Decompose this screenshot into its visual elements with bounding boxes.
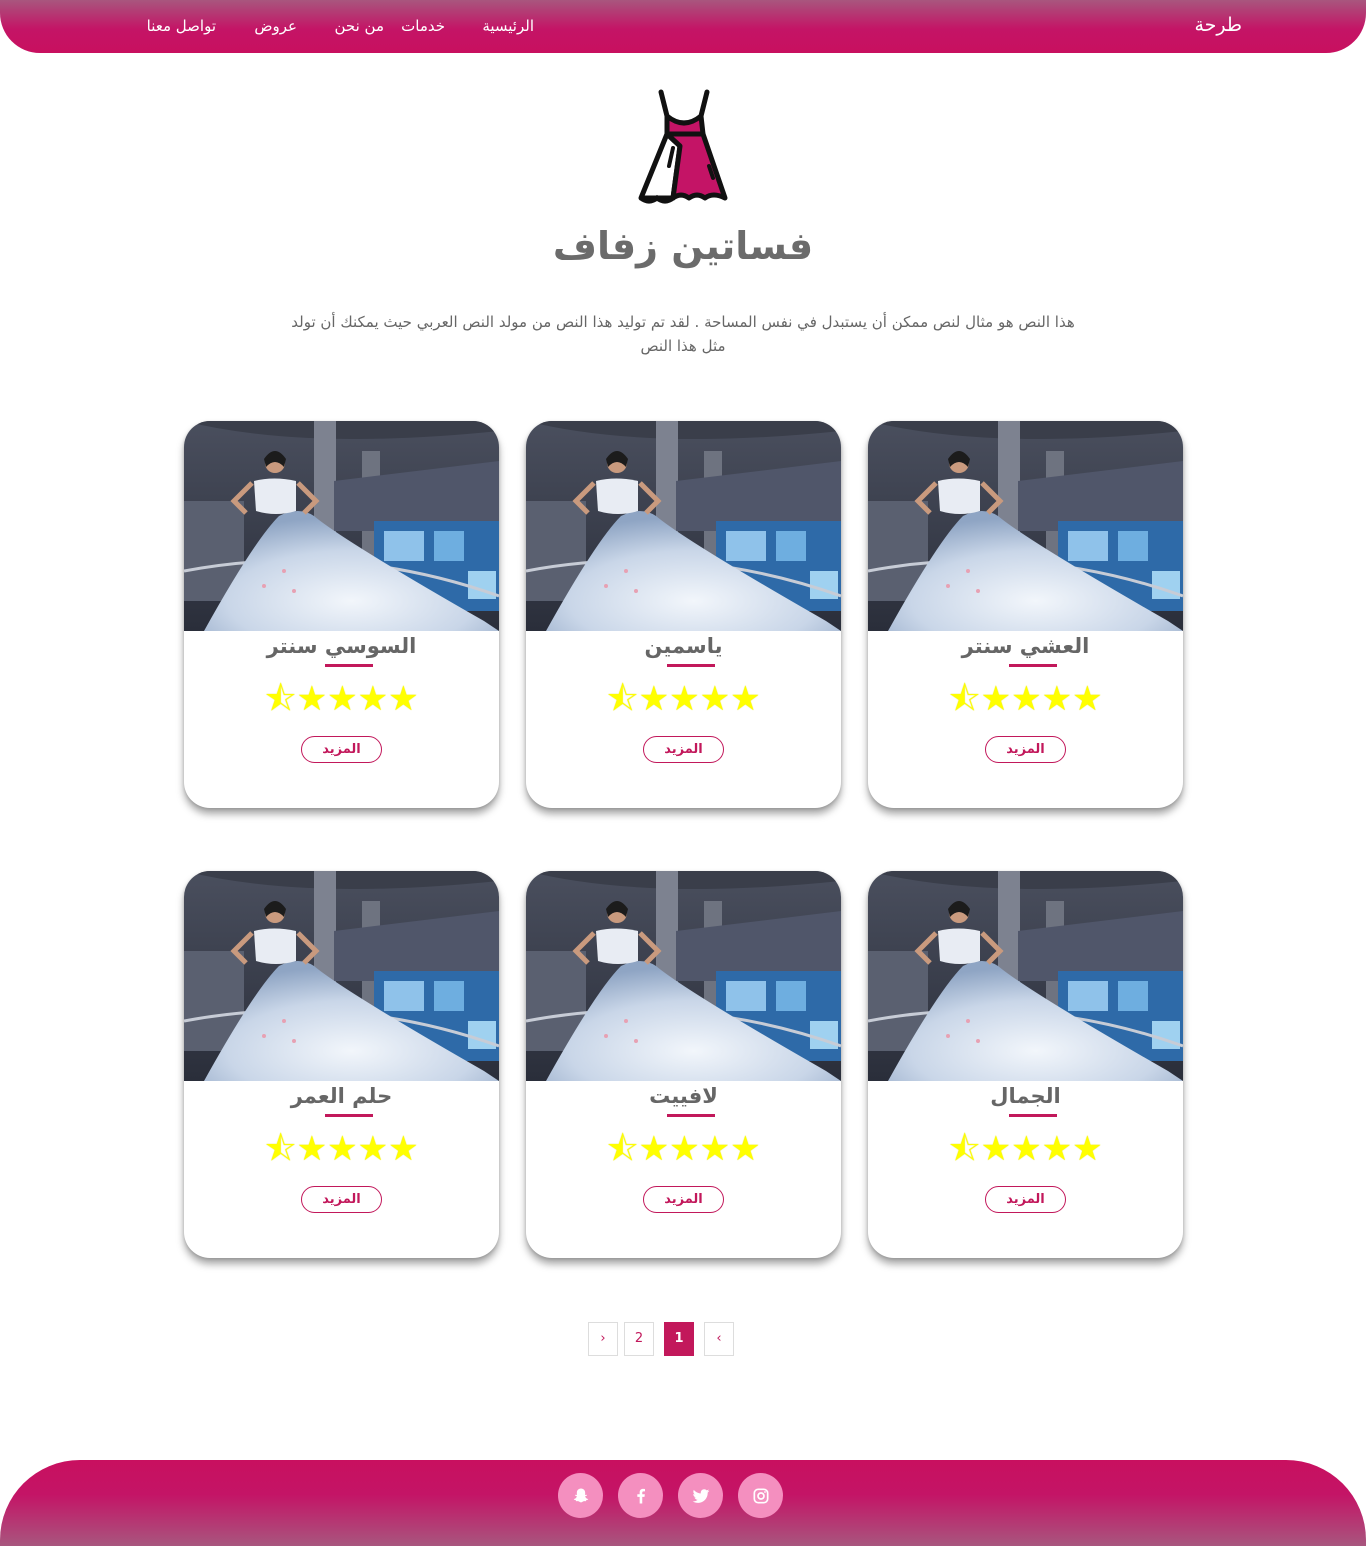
more-button[interactable]: المزيد <box>985 736 1066 763</box>
title-underline <box>1009 664 1057 667</box>
facebook-icon[interactable] <box>618 1473 663 1518</box>
card-title: الجمال <box>990 1084 1061 1108</box>
product-card: السوسي سنتر ⯪★★★★ المزيد <box>184 421 499 808</box>
star-full-icon: ★ <box>1072 1129 1103 1169</box>
star-full-icon: ★ <box>296 1129 328 1169</box>
dress-icon <box>633 86 733 208</box>
star-full-icon: ★ <box>669 679 700 719</box>
more-button[interactable]: المزيد <box>985 1186 1066 1213</box>
rating-stars: ⯪★★★★ <box>184 1129 499 1169</box>
star-full-icon: ★ <box>1041 1129 1073 1169</box>
card-title: السوسي سنتر <box>266 634 417 658</box>
pagination-next-button[interactable]: › <box>704 1322 734 1356</box>
product-card: لافييت ⯪★★★★ المزيد <box>526 871 841 1258</box>
nav-link-about[interactable]: من نحن <box>335 17 385 35</box>
title-underline <box>325 1114 373 1117</box>
card-title: ياسمين <box>644 634 723 658</box>
dress-photo <box>868 871 1183 1081</box>
footer <box>0 1460 1366 1546</box>
title-underline <box>667 664 715 667</box>
star-full-icon: ★ <box>388 679 419 719</box>
nav-link-home[interactable]: الرئيسية <box>482 17 534 35</box>
card-title: حلم العمر <box>290 1084 393 1108</box>
product-card: ياسمين ⯪★★★★ المزيد <box>526 421 841 808</box>
star-half-icon: ⯪ <box>606 679 639 719</box>
dress-photo <box>526 421 841 631</box>
nav-link-contact[interactable]: تواصل معنا <box>147 17 216 35</box>
card-title: لافييت <box>649 1084 718 1108</box>
star-full-icon: ★ <box>638 1129 670 1169</box>
brand-link[interactable]: طرحة <box>1194 14 1242 36</box>
more-button[interactable]: المزيد <box>301 736 382 763</box>
more-button[interactable]: المزيد <box>301 1186 382 1213</box>
star-full-icon: ★ <box>1072 679 1103 719</box>
star-half-icon: ⯪ <box>948 1129 981 1169</box>
snapchat-icon[interactable] <box>558 1473 603 1518</box>
nav-link-offers[interactable]: عروض <box>254 17 297 35</box>
star-half-icon: ⯪ <box>948 679 981 719</box>
title-underline <box>667 1114 715 1117</box>
star-full-icon: ★ <box>296 679 328 719</box>
nav-link-services[interactable]: خدمات <box>401 17 445 35</box>
pagination-page-1[interactable]: 1 <box>664 1322 694 1356</box>
rating-stars: ⯪★★★★ <box>868 1129 1183 1169</box>
product-card: حلم العمر ⯪★★★★ المزيد <box>184 871 499 1258</box>
star-full-icon: ★ <box>388 1129 419 1169</box>
rating-stars: ⯪★★★★ <box>526 1129 841 1169</box>
star-full-icon: ★ <box>980 1129 1012 1169</box>
pagination-page-2[interactable]: 2 <box>624 1322 654 1356</box>
star-full-icon: ★ <box>980 679 1012 719</box>
star-full-icon: ★ <box>327 679 358 719</box>
product-card: الجمال ⯪★★★★ المزيد <box>868 871 1183 1258</box>
card-title: العشي سنتر <box>961 634 1090 658</box>
star-full-icon: ★ <box>699 679 731 719</box>
page-title: فساتين زفاف <box>552 224 814 268</box>
star-half-icon: ⯪ <box>606 1129 639 1169</box>
star-full-icon: ★ <box>730 679 761 719</box>
more-button[interactable]: المزيد <box>643 1186 724 1213</box>
pagination-prev-button[interactable]: ‹ <box>588 1322 618 1356</box>
dress-photo <box>526 871 841 1081</box>
top-navbar: طرحة الرئيسية خدمات من نحن عروض تواصل مع… <box>0 0 1366 53</box>
star-full-icon: ★ <box>1011 679 1042 719</box>
star-full-icon: ★ <box>1041 679 1073 719</box>
star-full-icon: ★ <box>327 1129 358 1169</box>
star-full-icon: ★ <box>699 1129 731 1169</box>
star-full-icon: ★ <box>357 1129 389 1169</box>
star-full-icon: ★ <box>730 1129 761 1169</box>
dress-photo <box>184 871 499 1081</box>
star-full-icon: ★ <box>638 679 670 719</box>
star-half-icon: ⯪ <box>264 679 297 719</box>
instagram-icon[interactable] <box>738 1473 783 1518</box>
dress-photo <box>868 421 1183 631</box>
star-full-icon: ★ <box>357 679 389 719</box>
product-card: العشي سنتر ⯪★★★★ المزيد <box>868 421 1183 808</box>
rating-stars: ⯪★★★★ <box>184 679 499 719</box>
rating-stars: ⯪★★★★ <box>868 679 1183 719</box>
page-description: هذا النص هو مثال لنص ممكن أن يستبدل في ن… <box>291 313 1075 355</box>
dress-photo <box>184 421 499 631</box>
twitter-icon[interactable] <box>678 1473 723 1518</box>
star-full-icon: ★ <box>669 1129 700 1169</box>
title-underline <box>1009 1114 1057 1117</box>
more-button[interactable]: المزيد <box>643 736 724 763</box>
rating-stars: ⯪★★★★ <box>526 679 841 719</box>
star-full-icon: ★ <box>1011 1129 1042 1169</box>
title-underline <box>325 664 373 667</box>
star-half-icon: ⯪ <box>264 1129 297 1169</box>
